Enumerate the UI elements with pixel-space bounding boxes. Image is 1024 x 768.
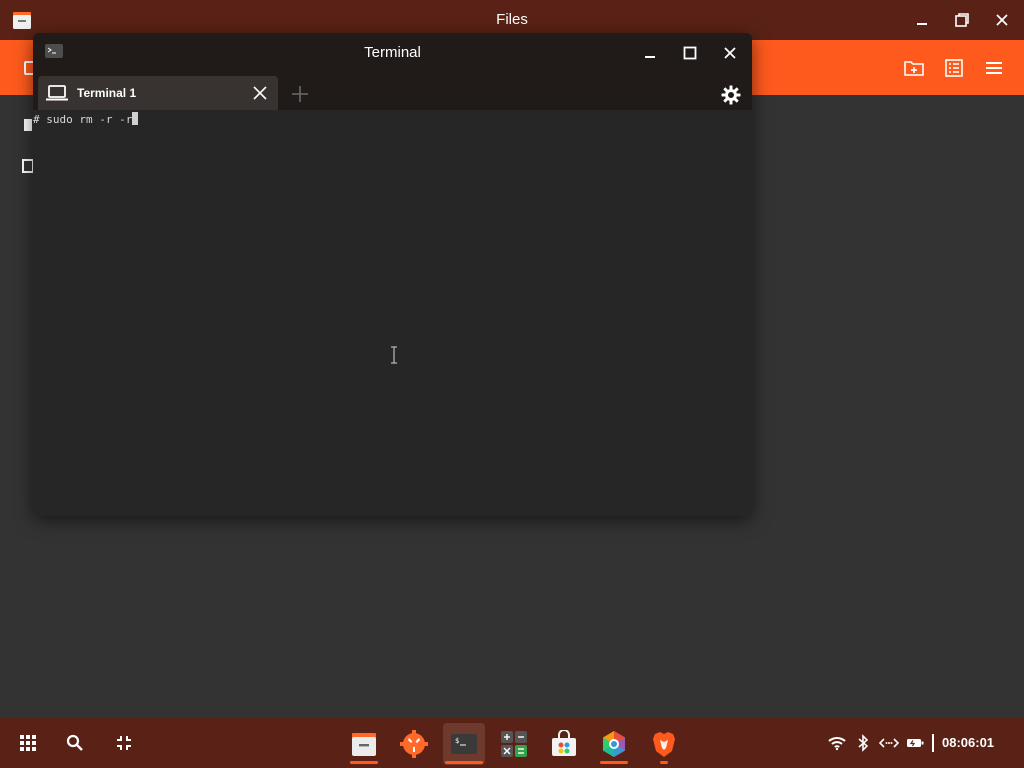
prompt-symbol: # xyxy=(33,113,47,126)
workspaces-icon[interactable] xyxy=(112,731,136,755)
terminal-window[interactable]: Terminal Terminal 1 # sudo rm -r -r xyxy=(33,33,752,516)
terminal-prompt-line: # sudo rm -r -r xyxy=(33,112,139,128)
dock-brave-icon[interactable] xyxy=(643,723,685,765)
running-indicator xyxy=(660,761,668,764)
app-grid-icon[interactable] xyxy=(16,731,40,755)
tab-close-icon[interactable] xyxy=(250,83,270,103)
tray-separator xyxy=(932,734,934,752)
search-icon[interactable] xyxy=(63,731,87,755)
gear-icon[interactable] xyxy=(719,83,743,107)
dock-terminal-icon[interactable]: $ xyxy=(443,723,485,765)
terminal-minimize-button[interactable] xyxy=(636,39,664,67)
taskbar: $ 08:06:01 xyxy=(0,718,1024,768)
tab-terminal-1[interactable]: Terminal 1 xyxy=(38,76,278,110)
running-indicator xyxy=(600,761,628,764)
laptop-icon xyxy=(46,85,68,106)
folder-plus-icon[interactable] xyxy=(900,54,928,82)
terminal-close-button[interactable] xyxy=(716,39,744,67)
dock-browser-icon[interactable] xyxy=(593,723,635,765)
files-restore-button[interactable] xyxy=(950,8,974,32)
dock-store-icon[interactable] xyxy=(543,723,585,765)
terminal-output[interactable]: # sudo rm -r -r xyxy=(33,110,752,516)
tab-label: Terminal 1 xyxy=(77,86,137,100)
hamburger-menu-icon[interactable] xyxy=(980,54,1008,82)
running-indicator xyxy=(445,761,483,764)
terminal-header[interactable]: Terminal Terminal 1 xyxy=(33,33,752,113)
files-minimize-button[interactable] xyxy=(910,8,934,32)
terminal-maximize-button[interactable] xyxy=(676,39,704,67)
dock-files-icon[interactable] xyxy=(343,723,385,765)
files-close-button[interactable] xyxy=(990,8,1014,32)
ibeam-cursor-icon xyxy=(390,346,398,369)
wifi-icon[interactable] xyxy=(827,733,847,753)
list-view-icon[interactable] xyxy=(940,54,968,82)
terminal-command-text: sudo rm -r -r xyxy=(46,113,133,126)
dock-settings-icon[interactable] xyxy=(393,723,435,765)
bluetooth-icon[interactable] xyxy=(853,733,873,753)
new-tab-plus-icon[interactable] xyxy=(289,83,311,105)
battery-icon[interactable] xyxy=(905,733,925,753)
svg-text:$: $ xyxy=(455,737,459,745)
network-icon[interactable] xyxy=(879,733,899,753)
running-indicator xyxy=(350,761,378,764)
text-cursor xyxy=(132,112,139,125)
dock-calculator-icon[interactable] xyxy=(493,723,535,765)
clock[interactable]: 08:06:01 xyxy=(942,718,994,768)
